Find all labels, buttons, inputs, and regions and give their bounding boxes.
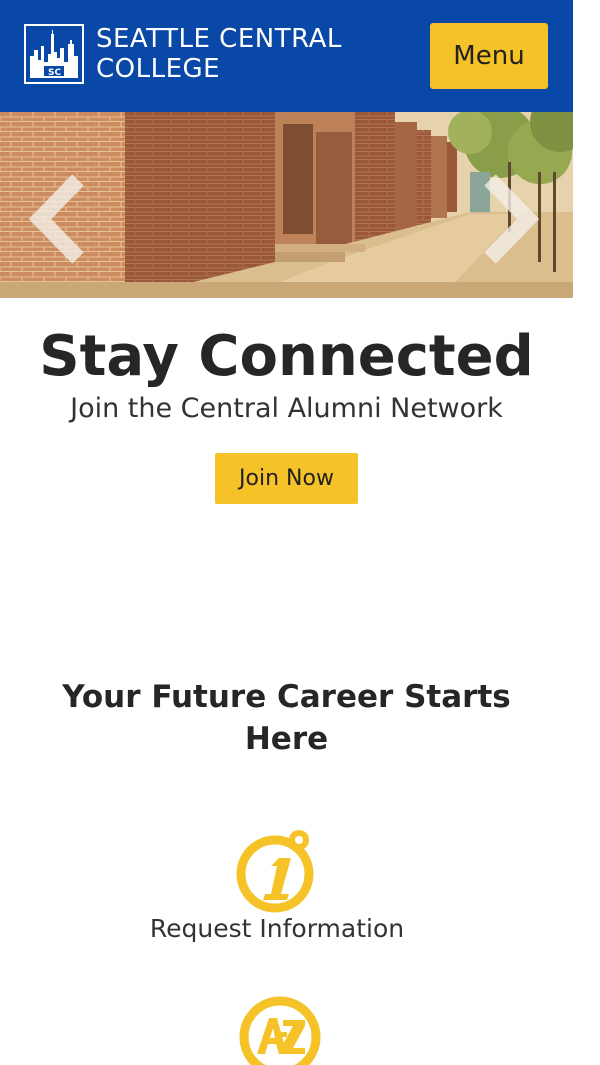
- a-z-index-link[interactable]: [235, 992, 325, 1065]
- a-z-index-icon: [239, 996, 321, 1065]
- site-header: SC SEATTLE CENTRAL COLLEGE Menu: [0, 0, 573, 112]
- carousel-next-button[interactable]: [480, 174, 540, 264]
- menu-button[interactable]: Menu: [430, 23, 548, 89]
- svg-text:SC: SC: [48, 68, 61, 78]
- hero-carousel: [0, 112, 573, 298]
- request-information-link[interactable]: Request Information: [130, 826, 424, 952]
- college-logo[interactable]: SC SEATTLE CENTRAL COLLEGE: [24, 22, 364, 86]
- chevron-right-icon: [484, 174, 540, 264]
- info-icon: [236, 830, 314, 913]
- college-name-line2: COLLEGE: [96, 54, 221, 84]
- promo-subtitle: Join the Central Alumni Network: [70, 393, 503, 424]
- request-information-label: Request Information: [149, 914, 405, 943]
- chevron-left-icon: [28, 174, 84, 264]
- college-name: SEATTLE CENTRAL COLLEGE: [96, 24, 342, 84]
- skyline-logo-icon: SC: [24, 24, 84, 84]
- join-now-button[interactable]: Join Now: [215, 453, 358, 504]
- college-name-line1: SEATTLE CENTRAL: [96, 24, 342, 54]
- page: SC SEATTLE CENTRAL COLLEGE Menu Stay Con…: [0, 0, 600, 1065]
- promo-title: Stay Connected: [39, 324, 534, 389]
- carousel-prev-button[interactable]: [28, 174, 88, 264]
- career-section-title: Your Future Career Starts Here: [62, 679, 511, 757]
